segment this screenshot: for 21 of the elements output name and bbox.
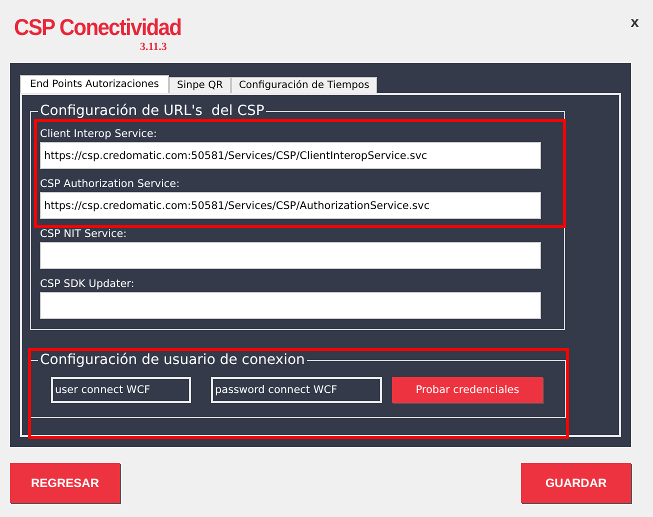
field-label: CSP SDK Updater: <box>40 278 136 290</box>
save-button[interactable]: GUARDAR <box>521 463 631 503</box>
test-credentials-button[interactable]: Probar credenciales <box>392 377 543 403</box>
password-field[interactable]: password connect WCF <box>211 377 382 403</box>
app-title: CSP Conectividad <box>14 13 182 41</box>
url-field[interactable] <box>40 292 541 319</box>
version-label: 3.11.3 <box>140 41 168 53</box>
field-label: CSP Authorization Service: <box>40 178 181 190</box>
field-label: CSP NIT Service: <box>40 228 128 240</box>
url-field[interactable]: https://csp.credomatic.com:50581/Services/CSP/AuthorizationService.svc <box>40 192 541 219</box>
user-field[interactable]: user connect WCF <box>51 377 191 403</box>
tab[interactable]: Sinpe QR <box>168 77 231 93</box>
field-label: Client Interop Service: <box>40 128 158 140</box>
close-button[interactable]: x <box>630 13 639 31</box>
group-title: Configuración de URL's del CSP <box>39 103 266 119</box>
group-title: Configuración de usuario de conexion <box>39 352 306 368</box>
url-field[interactable] <box>40 242 541 269</box>
url-field[interactable]: https://csp.credomatic.com:50581/Services/CSP/ClientInteropService.svc <box>40 142 541 169</box>
tab[interactable]: End Points Autorizaciones <box>20 75 169 93</box>
tab[interactable]: Configuración de Tiempos <box>230 77 378 93</box>
back-button[interactable]: REGRESAR <box>10 463 120 503</box>
